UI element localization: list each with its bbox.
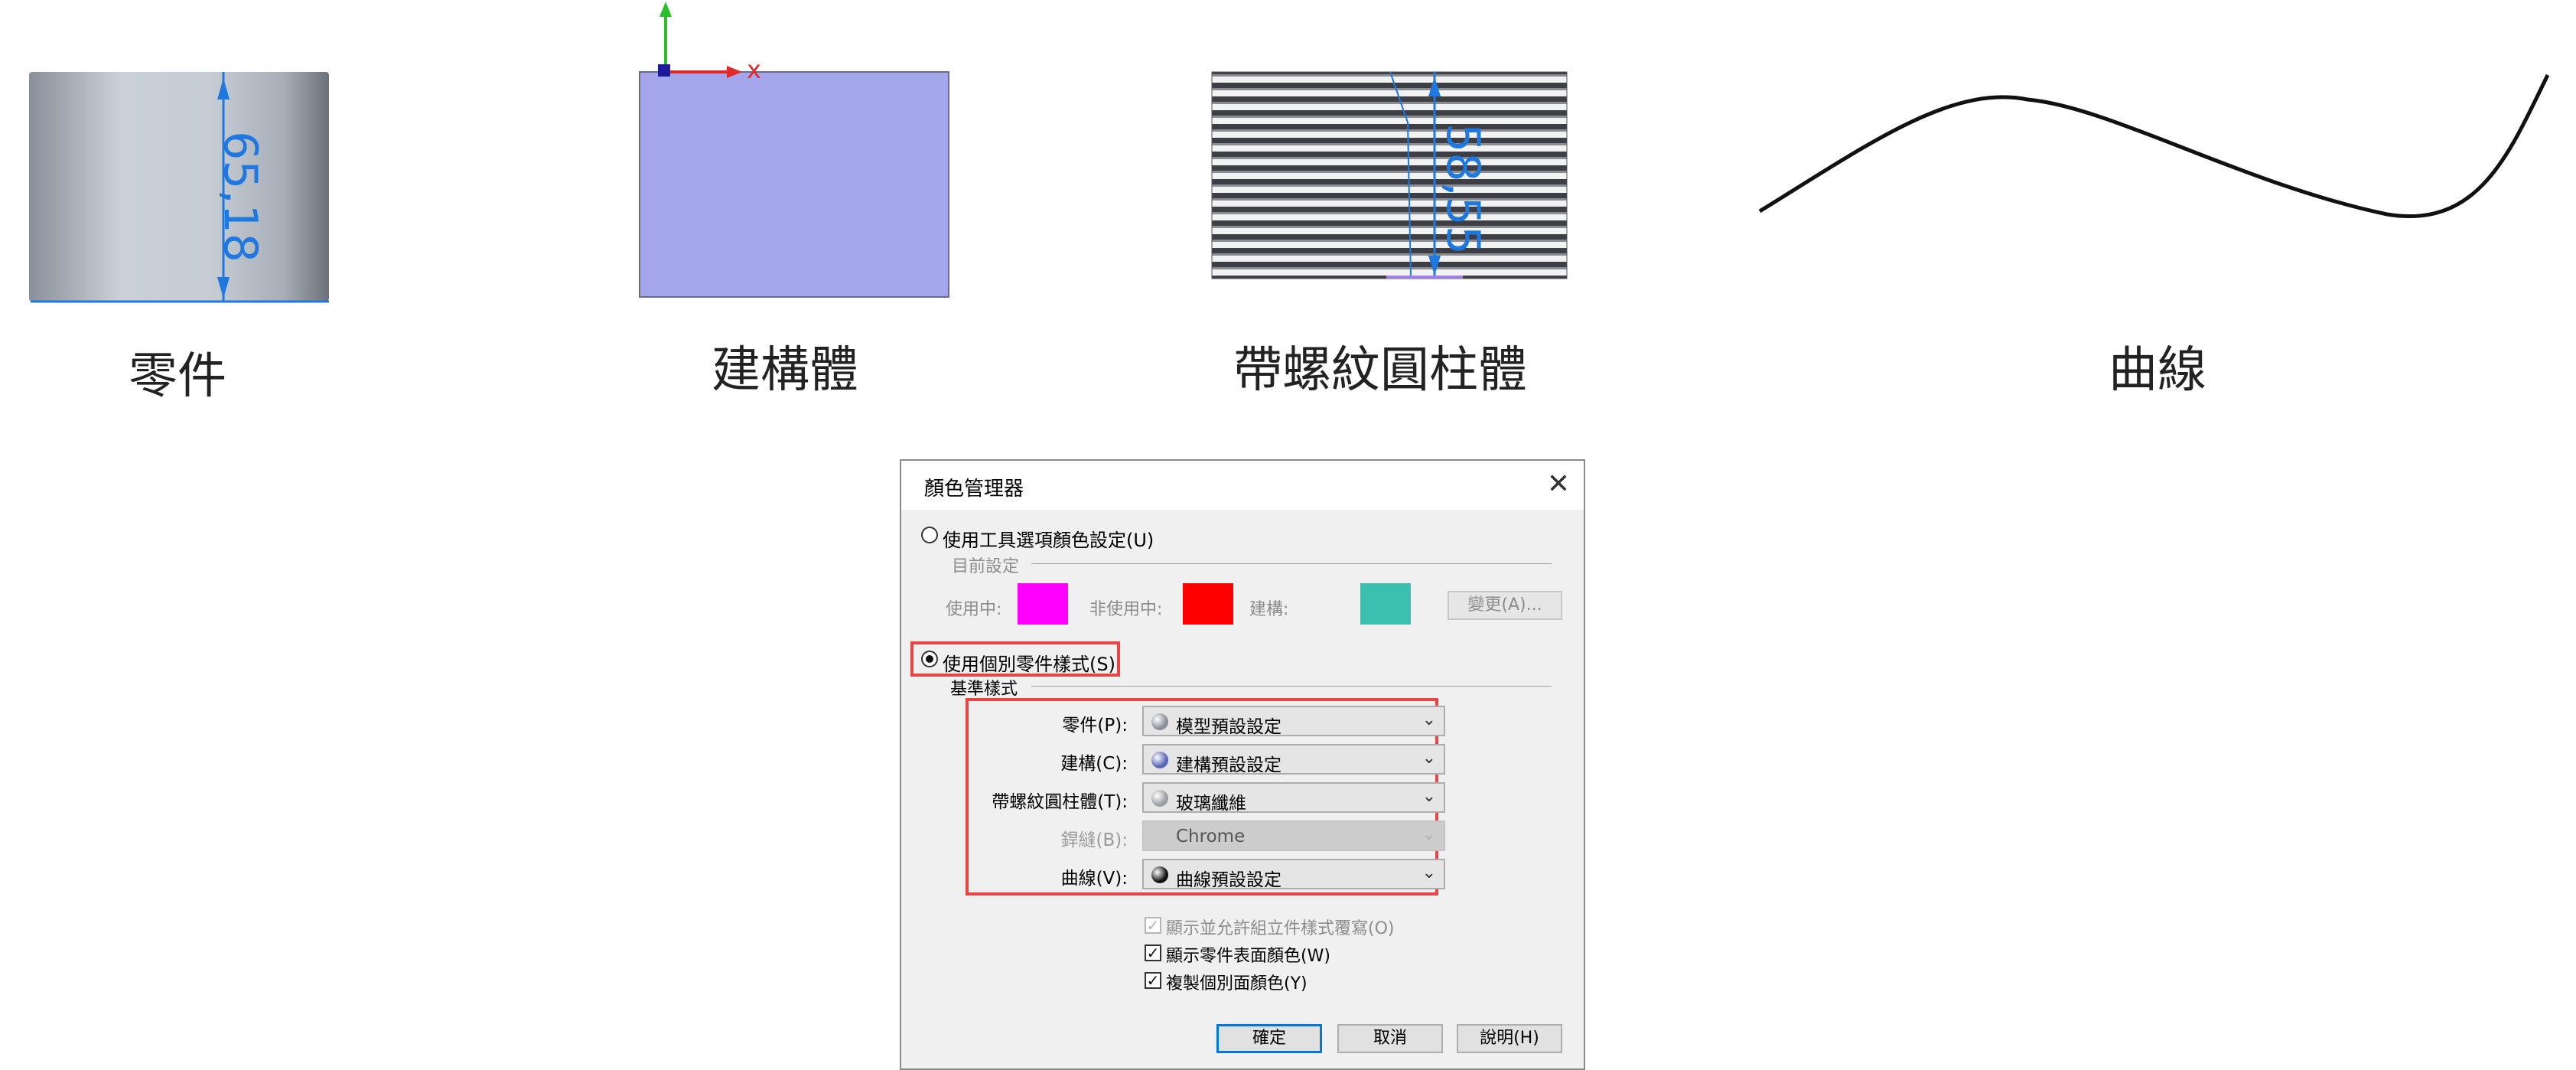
- threaded-cylinder-image: [1211, 71, 1568, 279]
- individual-style-radio[interactable]: [921, 651, 938, 667]
- individual-style-label: 使用個別零件樣式(S): [943, 654, 1115, 675]
- style-dropdown[interactable]: 建構預設設定 ⌄: [1142, 744, 1445, 775]
- dropdown-value: Chrome: [1176, 827, 1246, 847]
- base-style-divider: [1031, 686, 1552, 687]
- threaded-caption: 帶螺紋圓柱體: [1233, 342, 1527, 399]
- current-settings-label: 目前設定: [952, 557, 1020, 576]
- checkbox-label: 顯示零件表面顏色(W): [1166, 947, 1330, 966]
- x-axis-label: x: [747, 55, 761, 84]
- dropdown-value: 玻璃纖維: [1176, 794, 1246, 814]
- cancel-button[interactable]: 取消: [1337, 1024, 1443, 1053]
- tools-options-radio[interactable]: [921, 527, 938, 543]
- style-dropdown: Chrome ⌄: [1142, 820, 1445, 851]
- field-label: 曲線(V):: [1060, 869, 1128, 889]
- option-checkbox[interactable]: ✓: [1145, 972, 1161, 989]
- base-style-label: 基準樣式: [950, 680, 1018, 699]
- inactive-label: 非使用中:: [1089, 600, 1163, 619]
- active-label: 使用中:: [946, 600, 1002, 619]
- dropdown-value: 曲線預設設定: [1176, 870, 1281, 890]
- construction-color-label: 建構:: [1249, 600, 1289, 619]
- tools-options-label: 使用工具選項顏色設定(U): [943, 530, 1154, 551]
- construction-caption: 建構體: [712, 342, 858, 399]
- curve-image: [1758, 73, 2550, 218]
- appearance-sphere-icon: [1151, 790, 1168, 807]
- appearance-sphere-icon: [1151, 752, 1168, 768]
- dropdown-value: 模型預設設定: [1176, 717, 1281, 737]
- inactive-color-swatch: [1183, 583, 1233, 625]
- active-color-swatch: [1018, 583, 1068, 625]
- dialog-titlebar: 顏色管理器 ✕: [901, 461, 1584, 510]
- current-settings-divider: [1031, 563, 1552, 564]
- part-cylinder-image: [29, 72, 329, 303]
- chevron-down-icon: ⌄: [1422, 749, 1436, 768]
- style-dropdown[interactable]: 曲線預設設定 ⌄: [1142, 859, 1445, 890]
- appearance-sphere-icon: [1151, 713, 1168, 730]
- close-icon[interactable]: ✕: [1547, 468, 1570, 500]
- dialog-title: 顏色管理器: [924, 478, 1024, 501]
- field-label: 銲縫(B):: [1060, 830, 1128, 850]
- part-caption: 零件: [129, 348, 226, 405]
- appearance-sphere-icon: [1151, 866, 1168, 883]
- field-label: 帶螺紋圓柱體(T):: [992, 792, 1128, 812]
- option-checkbox: ✓: [1145, 917, 1161, 934]
- checkbox-label: 顯示並允許組立件樣式覆寫(O): [1166, 919, 1395, 938]
- style-dropdown[interactable]: 模型預設設定 ⌄: [1142, 706, 1445, 737]
- curve-caption: 曲線: [2109, 342, 2206, 399]
- chevron-down-icon: ⌄: [1422, 710, 1436, 729]
- option-checkbox[interactable]: ✓: [1145, 944, 1161, 961]
- dropdown-value: 建構預設設定: [1176, 755, 1281, 775]
- field-label: 建構(C):: [1060, 754, 1128, 774]
- threaded-dimension: 58,55: [1435, 123, 1490, 255]
- change-button[interactable]: 變更(A)...: [1448, 591, 1562, 620]
- construction-body-image: [639, 2, 949, 298]
- chevron-down-icon: ⌄: [1422, 825, 1436, 844]
- help-button[interactable]: 說明(H): [1457, 1024, 1562, 1053]
- color-manager-dialog: 顏色管理器 ✕ 使用工具選項顏色設定(U) 目前設定 使用中: 非使用中: 建構…: [900, 459, 1585, 1070]
- style-dropdown[interactable]: 玻璃纖維 ⌄: [1142, 782, 1445, 814]
- construction-color-swatch: [1360, 583, 1411, 625]
- chevron-down-icon: ⌄: [1422, 863, 1436, 882]
- ok-button[interactable]: 確定: [1216, 1024, 1322, 1053]
- checkbox-label: 複製個別面顏色(Y): [1166, 974, 1308, 993]
- chevron-down-icon: ⌄: [1422, 787, 1436, 806]
- field-label: 零件(P):: [1062, 716, 1128, 736]
- part-dimension: 65,18: [213, 131, 267, 263]
